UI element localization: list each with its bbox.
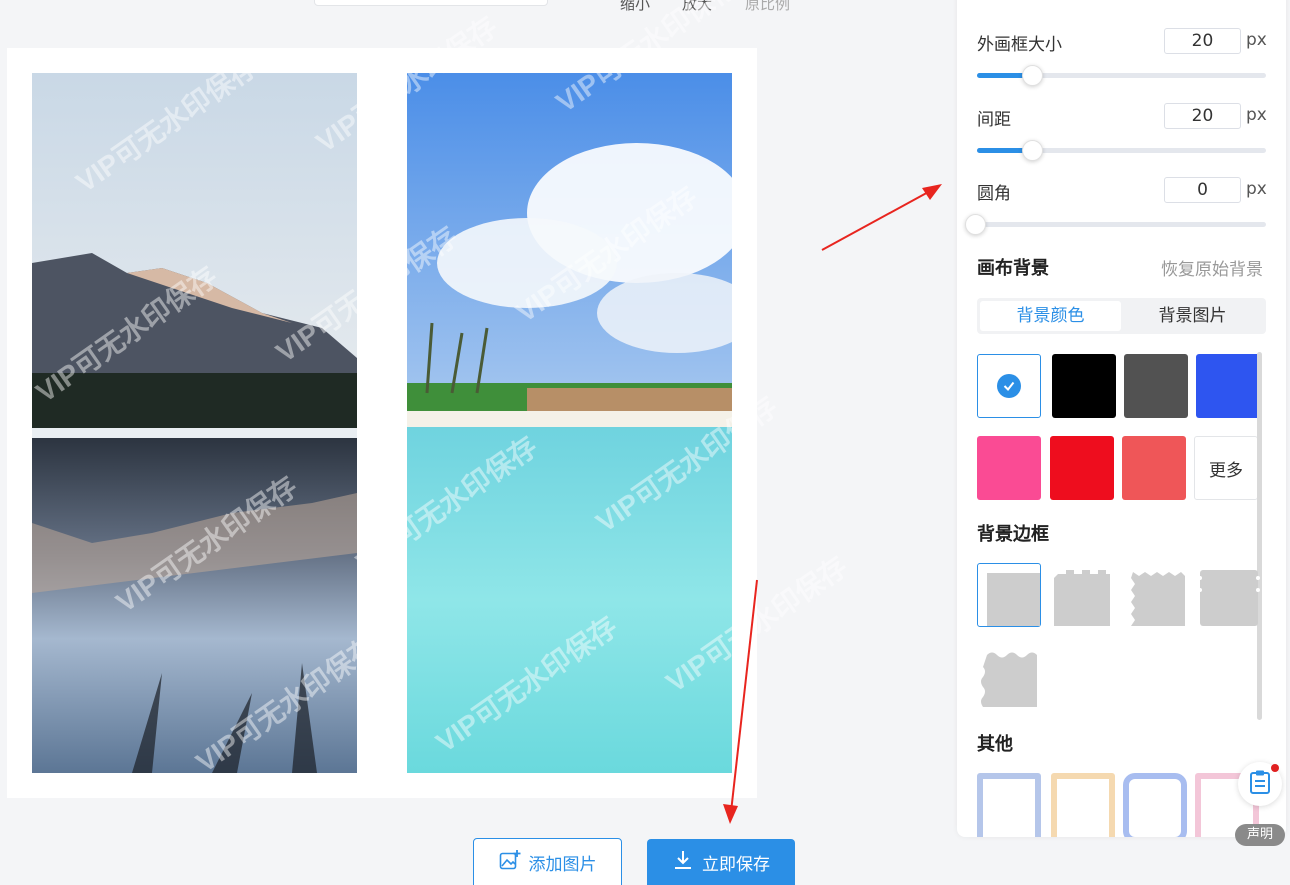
- panel-scrollbar[interactable]: [1257, 352, 1262, 720]
- color-swatch-pink[interactable]: [977, 436, 1041, 500]
- canvas-background-title: 画布背景: [977, 258, 1049, 279]
- border-option-scallop[interactable]: [1197, 566, 1261, 630]
- tab-background-color[interactable]: 背景颜色: [980, 301, 1121, 331]
- more-colors-label: 更多: [1209, 460, 1243, 481]
- border-option-castle[interactable]: [1050, 566, 1118, 630]
- outer-frame-slider-thumb[interactable]: [1022, 65, 1043, 86]
- color-swatch-white[interactable]: [977, 354, 1041, 418]
- border-option-zigzag[interactable]: [1127, 566, 1191, 630]
- color-swatch-coral[interactable]: [1122, 436, 1186, 500]
- save-now-label: 立即保存: [702, 854, 770, 875]
- photo-tropical-beach[interactable]: [407, 73, 732, 773]
- color-swatch-blue[interactable]: [1196, 354, 1260, 418]
- clipboard-icon: [1248, 769, 1272, 799]
- color-swatch-gray[interactable]: [1124, 354, 1188, 418]
- settings-panel: 画布 外画框大小 20 px 间距 20 px 圆角 0 px 画布背景 恢复原…: [957, 0, 1286, 837]
- corner-radius-slider-thumb[interactable]: [965, 214, 986, 235]
- outer-frame-unit: px: [1246, 30, 1267, 50]
- check-icon: [997, 374, 1021, 398]
- spacing-label: 间距: [977, 110, 1011, 130]
- border-option-wave[interactable]: [981, 647, 1045, 711]
- corner-radius-slider[interactable]: [965, 214, 1266, 235]
- background-border-title: 背景边框: [977, 524, 1049, 545]
- more-colors-button[interactable]: 更多: [1194, 436, 1258, 500]
- zoom-in-button[interactable]: 放大: [682, 0, 712, 14]
- frame-option-blue[interactable]: [977, 773, 1041, 837]
- spacing-input[interactable]: 20: [1164, 103, 1241, 129]
- notification-dot: [1271, 764, 1279, 772]
- corner-radius-label: 圆角: [977, 184, 1011, 204]
- corner-radius-input[interactable]: 0: [1164, 177, 1241, 203]
- restore-background-link[interactable]: 恢复原始背景: [1161, 255, 1263, 280]
- image-add-icon: [499, 849, 521, 876]
- zoom-out-button[interactable]: 缩小: [620, 0, 650, 14]
- spacing-slider[interactable]: [977, 140, 1266, 161]
- tab-background-image[interactable]: 背景图片: [1122, 301, 1263, 331]
- add-image-label: 添加图片: [528, 854, 597, 875]
- original-ratio-button[interactable]: 原比例: [745, 0, 790, 14]
- frame-option-peach[interactable]: [1051, 773, 1115, 837]
- border-option-plain[interactable]: [977, 563, 1041, 627]
- add-image-button[interactable]: 添加图片: [473, 838, 622, 885]
- statement-label: 声明: [1235, 824, 1285, 846]
- spacing-unit: px: [1246, 105, 1267, 125]
- spacing-slider-thumb[interactable]: [1022, 140, 1043, 161]
- outer-frame-label: 外画框大小: [977, 35, 1062, 55]
- save-now-button[interactable]: 立即保存: [647, 839, 795, 885]
- color-swatch-black[interactable]: [1052, 354, 1116, 418]
- corner-radius-unit: px: [1246, 179, 1267, 199]
- photo-mountain-lake[interactable]: [32, 73, 357, 773]
- frame-option-lace[interactable]: [1123, 773, 1187, 837]
- collage-canvas[interactable]: VIP可无水印保存 VIP可无水印保存 VIP可无水印保存 VIP可无水印保存 VIP可…: [7, 0, 853, 798]
- background-tabs: 背景颜色 背景图片: [977, 298, 1266, 334]
- outer-frame-input[interactable]: 20: [1164, 28, 1241, 54]
- download-icon: [672, 849, 694, 876]
- other-section-title: 其他: [977, 734, 1013, 755]
- color-swatch-red[interactable]: [1050, 436, 1114, 500]
- top-input[interactable]: [314, 0, 548, 6]
- outer-frame-slider[interactable]: [977, 65, 1266, 86]
